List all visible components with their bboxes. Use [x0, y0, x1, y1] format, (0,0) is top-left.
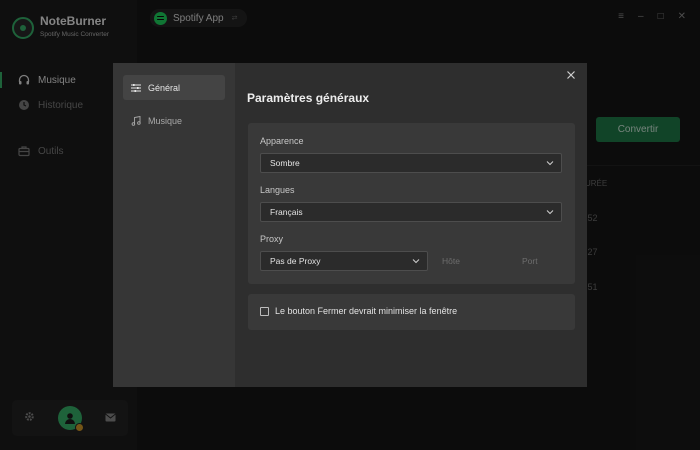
proxy-select[interactable]: Pas de Proxy	[260, 251, 428, 271]
general-settings-card: Apparence Sombre Langues Français Proxy …	[248, 123, 575, 284]
chevron-down-icon	[412, 259, 420, 264]
music-note-icon	[131, 115, 141, 126]
settings-sidebar: Général Musique	[113, 63, 235, 387]
close-behavior-card: Le bouton Fermer devrait minimiser la fe…	[248, 294, 575, 330]
chevron-down-icon	[546, 210, 554, 215]
sliders-icon	[131, 83, 141, 93]
chevron-down-icon	[546, 161, 554, 166]
minimize-on-close-label: Le bouton Fermer devrait minimiser la fe…	[275, 306, 458, 316]
proxy-host-input[interactable]: Hôte	[442, 256, 460, 266]
proxy-value: Pas de Proxy	[270, 256, 321, 266]
proxy-label: Proxy	[260, 234, 284, 244]
dialog-title: Paramètres généraux	[247, 91, 370, 105]
tab-musique[interactable]: Musique	[123, 108, 225, 133]
settings-dialog: Général Musique Paramètres généraux Appa…	[113, 63, 587, 387]
proxy-port-input[interactable]: Port	[522, 256, 538, 266]
tab-label: Musique	[148, 115, 183, 126]
minimize-on-close-checkbox[interactable]	[260, 307, 269, 316]
tab-general[interactable]: Général	[123, 75, 225, 100]
appearance-value: Sombre	[270, 158, 300, 168]
dialog-close-icon[interactable]	[565, 69, 577, 81]
tab-label: Général	[148, 82, 181, 93]
language-value: Français	[270, 207, 303, 217]
appearance-label: Apparence	[260, 136, 304, 146]
language-select[interactable]: Français	[260, 202, 562, 222]
appearance-select[interactable]: Sombre	[260, 153, 562, 173]
language-label: Langues	[260, 185, 295, 195]
